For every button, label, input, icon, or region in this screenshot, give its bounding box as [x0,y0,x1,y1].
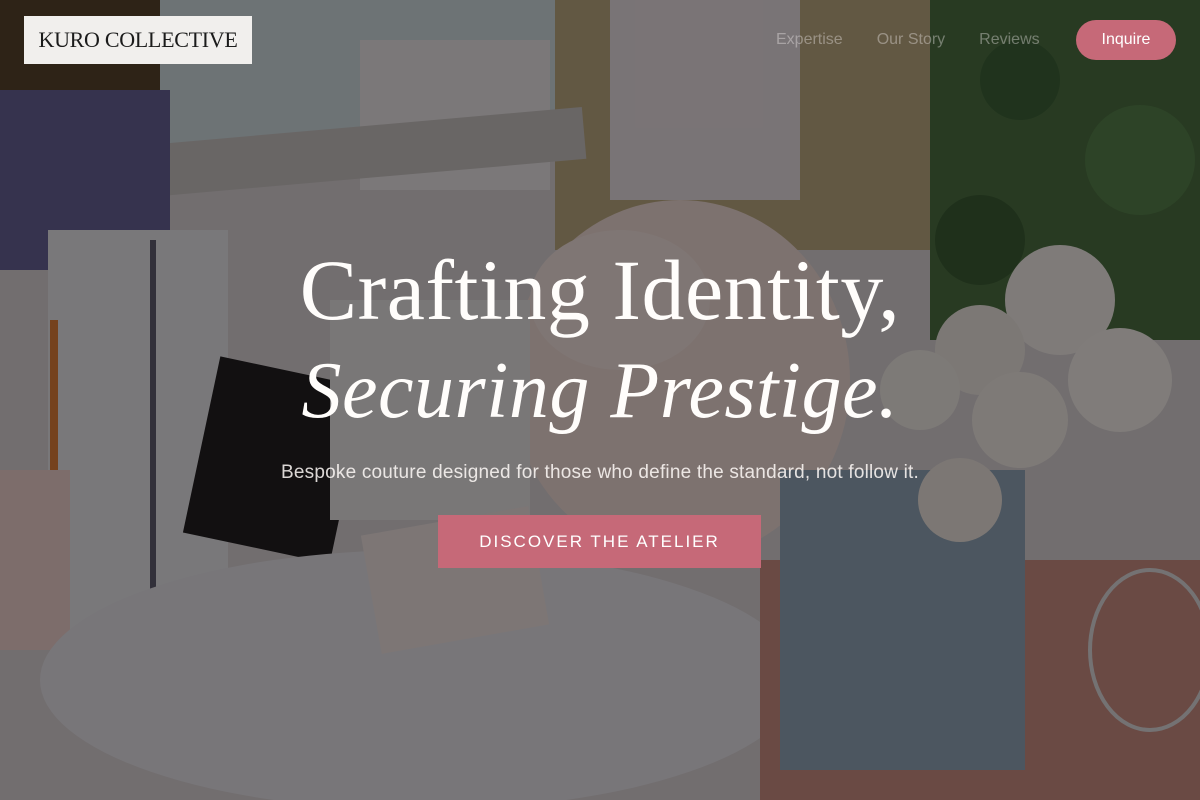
main-nav: Expertise Our Story Reviews [776,28,1040,52]
hero-title-line-1: Crafting Identity, [299,242,901,338]
brand-logo[interactable]: KURO COLLECTIVE [24,16,252,64]
inquire-button[interactable]: Inquire [1076,20,1176,60]
discover-atelier-button[interactable]: DISCOVER THE ATELIER [438,515,761,568]
hero-title-line-2: Securing Prestige. [301,347,899,435]
hero-subtitle: Bespoke couture designed for those who d… [281,462,919,483]
nav-link-our-story[interactable]: Our Story [877,28,945,52]
hero-section: KURO COLLECTIVE Expertise Our Story Revi… [0,0,1200,800]
nav-link-reviews[interactable]: Reviews [979,28,1039,52]
site-header: KURO COLLECTIVE Expertise Our Story Revi… [0,0,1200,80]
nav-link-expertise[interactable]: Expertise [776,28,843,52]
